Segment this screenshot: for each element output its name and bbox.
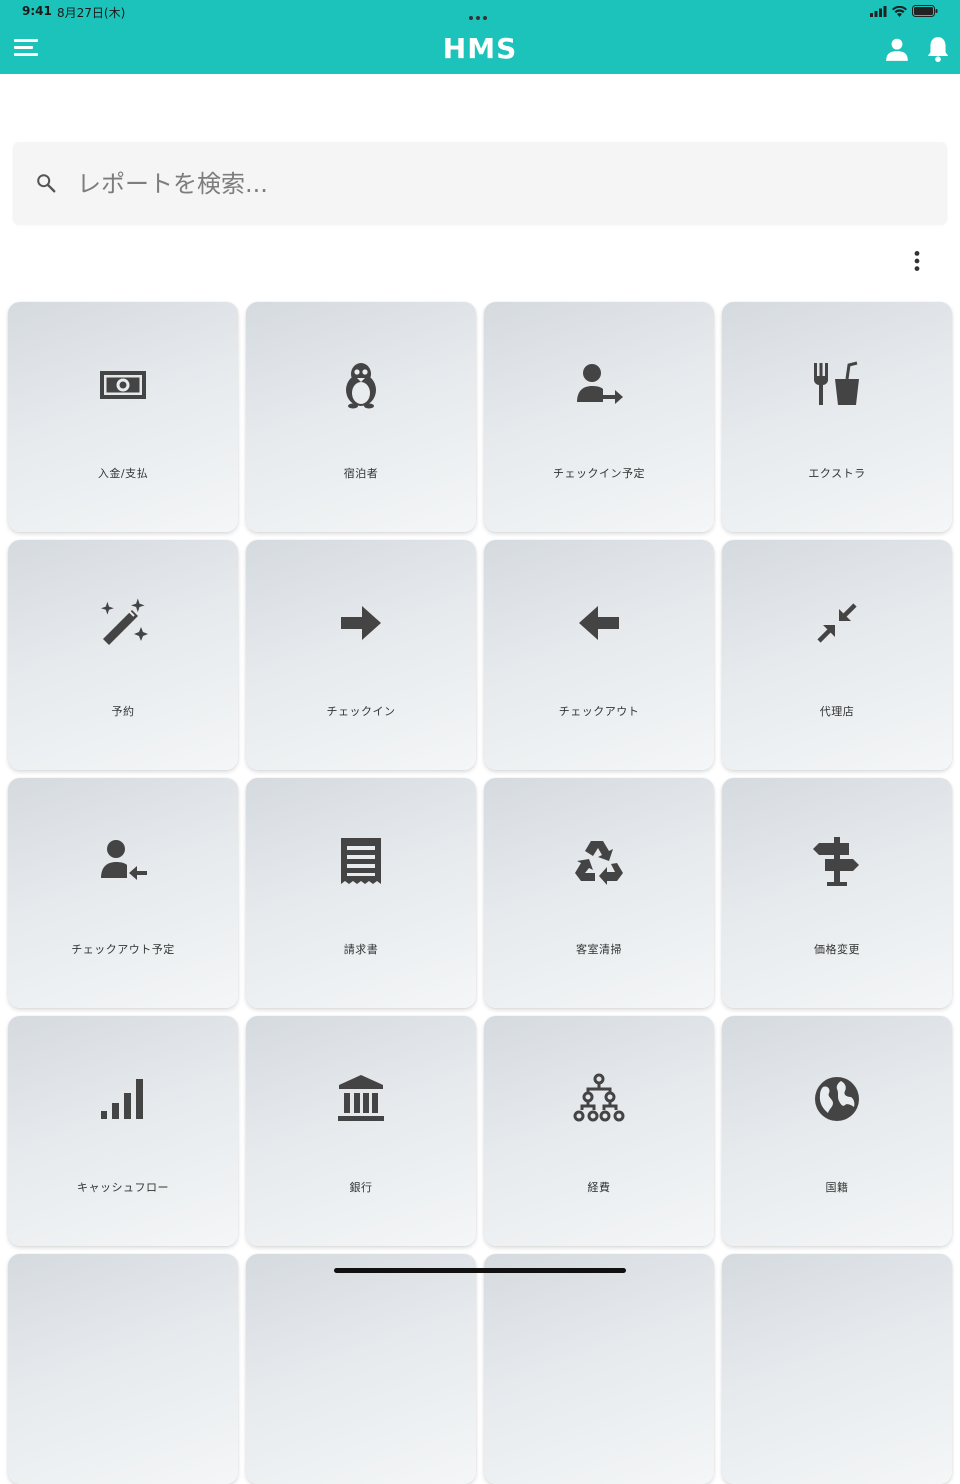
report-tile-checkout[interactable]: チェックアウト xyxy=(484,540,714,770)
report-tile-nationality[interactable]: 国籍 xyxy=(722,1016,952,1246)
tile-label: チェックイン xyxy=(326,705,396,718)
bell-icon[interactable] xyxy=(925,35,951,63)
tile-label: 入金/支払 xyxy=(97,467,149,480)
signpost-icon xyxy=(811,835,863,887)
report-tile-cashflow[interactable]: キャッシュフロー xyxy=(8,1016,238,1246)
report-tile-partial[interactable] xyxy=(722,1254,952,1484)
search-icon xyxy=(37,174,56,193)
search-bar xyxy=(13,142,947,224)
tile-label: チェックアウト予定 xyxy=(71,943,175,956)
status-bar: 9:41 8月27日(木) xyxy=(0,0,960,22)
report-tile-housekeeping[interactable]: 客室清掃 xyxy=(484,778,714,1008)
penguin-icon xyxy=(335,359,387,411)
recycle-icon xyxy=(573,835,625,887)
food-drink-icon xyxy=(811,359,863,411)
cellular-signal-icon xyxy=(870,5,887,17)
report-tile-bank[interactable]: 銀行 xyxy=(246,1016,476,1246)
tile-label: 銀行 xyxy=(349,1181,373,1194)
status-date: 8月27日(木) xyxy=(57,6,126,20)
report-tile-price-change[interactable]: 価格変更 xyxy=(722,778,952,1008)
user-icon[interactable] xyxy=(884,36,910,62)
search-input[interactable] xyxy=(75,164,929,204)
app-logo: HMS xyxy=(442,32,518,65)
multitask-dots-icon[interactable] xyxy=(469,9,491,20)
tile-label: 国籍 xyxy=(825,1181,849,1194)
receipt-icon xyxy=(335,835,387,887)
tile-label: チェックアウト xyxy=(558,705,640,718)
arrow-right-icon xyxy=(335,597,387,649)
report-tile-guests[interactable]: 宿泊者 xyxy=(246,302,476,532)
tile-label: エクストラ xyxy=(808,467,866,480)
tile-label: キャッシュフロー xyxy=(77,1181,169,1194)
report-tile-deposit-payment[interactable]: 入金/支払 xyxy=(8,302,238,532)
report-tile-expenses[interactable]: 経費 xyxy=(484,1016,714,1246)
signal-bars-icon xyxy=(97,1073,149,1125)
tile-label: 請求書 xyxy=(343,943,379,956)
app-bar: HMS xyxy=(0,22,960,74)
report-tile-checkin[interactable]: チェックイン xyxy=(246,540,476,770)
tile-label: 宿泊者 xyxy=(343,467,379,480)
hierarchy-icon xyxy=(573,1073,625,1125)
more-vertical-icon[interactable] xyxy=(904,248,930,274)
report-tile-extras[interactable]: エクストラ xyxy=(722,302,952,532)
report-tile-reservation[interactable]: 予約 xyxy=(8,540,238,770)
tile-label: 客室清掃 xyxy=(576,943,622,956)
compress-icon xyxy=(811,597,863,649)
money-icon xyxy=(97,359,149,411)
report-tile-checkout-scheduled[interactable]: チェックアウト予定 xyxy=(8,778,238,1008)
user-arrow-right-icon xyxy=(573,359,625,411)
battery-icon xyxy=(912,5,938,17)
report-tile-invoice[interactable]: 請求書 xyxy=(246,778,476,1008)
magic-wand-icon xyxy=(97,597,149,649)
home-indicator[interactable] xyxy=(334,1268,626,1273)
bank-icon xyxy=(335,1073,387,1125)
tile-label: 予約 xyxy=(111,705,135,718)
tile-label: 経費 xyxy=(587,1181,611,1194)
status-indicators xyxy=(870,5,938,17)
tile-label: 代理店 xyxy=(819,705,855,718)
report-tile-partial[interactable] xyxy=(246,1254,476,1484)
report-tile-checkin-scheduled[interactable]: チェックイン予定 xyxy=(484,302,714,532)
report-tile-partial[interactable] xyxy=(8,1254,238,1484)
user-arrow-left-icon xyxy=(97,835,149,887)
tile-label: 価格変更 xyxy=(814,943,860,956)
tile-label: チェックイン予定 xyxy=(553,467,645,480)
wifi-icon xyxy=(892,5,907,17)
status-time: 9:41 xyxy=(22,4,52,18)
globe-icon xyxy=(811,1073,863,1125)
report-tile-partial[interactable] xyxy=(484,1254,714,1484)
report-tile-agency[interactable]: 代理店 xyxy=(722,540,952,770)
arrow-left-icon xyxy=(573,597,625,649)
